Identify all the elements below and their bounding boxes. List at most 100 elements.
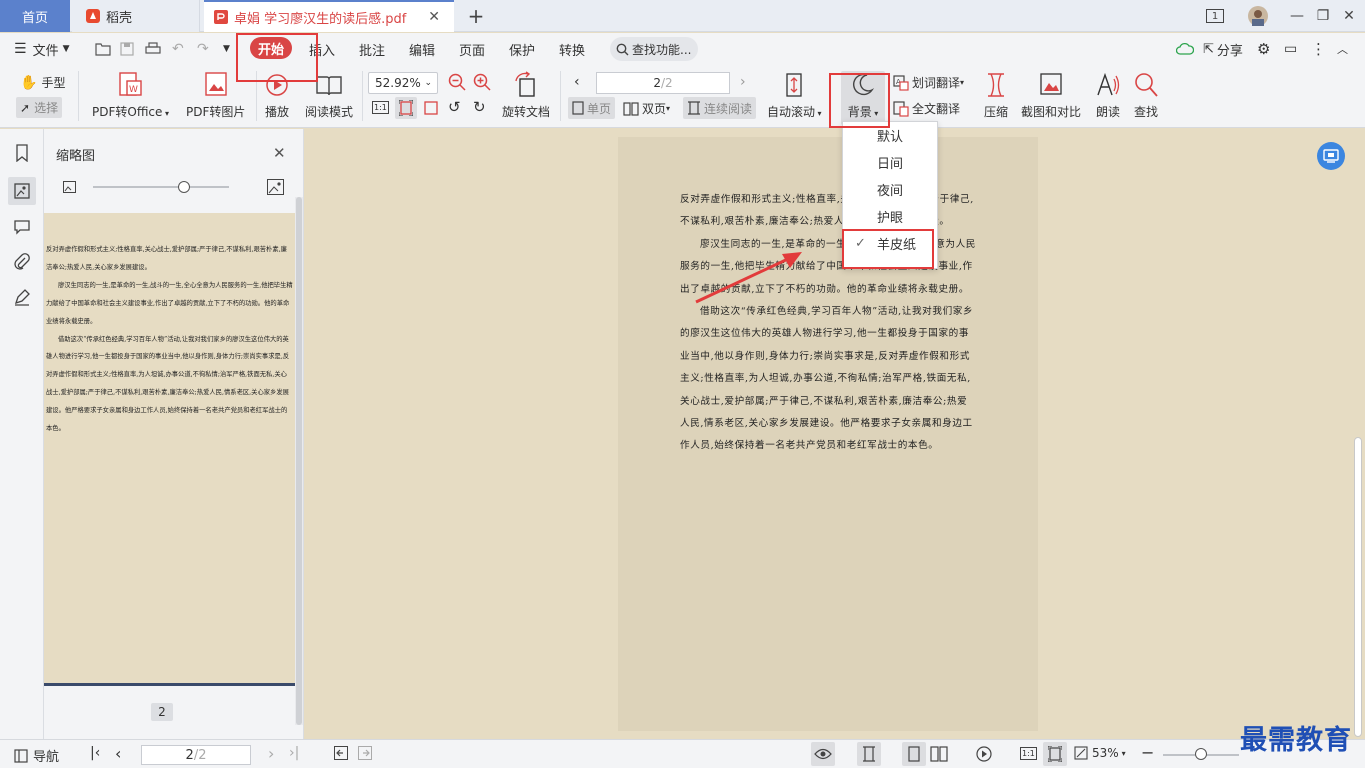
- auto-scroll-button[interactable]: 自动滚动 ▾: [767, 71, 822, 120]
- actual-size-button[interactable]: 1:1: [372, 101, 389, 114]
- more-options-icon[interactable]: ⋮: [1311, 33, 1326, 65]
- undo-icon[interactable]: ↶: [172, 33, 184, 65]
- zoom-select[interactable]: 52.92% ⌄: [368, 72, 438, 94]
- bg-option-eye-care[interactable]: 护眼: [843, 203, 937, 230]
- comment-icon[interactable]: [10, 215, 34, 239]
- chevron-down-icon: ⌄: [424, 78, 432, 88]
- eye-care-mode-icon[interactable]: [811, 742, 835, 766]
- back-view-icon[interactable]: [334, 746, 348, 760]
- read-aloud-button[interactable]: 朗读: [1095, 71, 1121, 120]
- prev-page-icon[interactable]: ‹: [574, 74, 580, 90]
- word-translate-button[interactable]: A 划词翻译 ▾: [893, 74, 964, 91]
- menu-protect[interactable]: 保护: [509, 33, 535, 65]
- menu-page[interactable]: 页面: [459, 33, 485, 65]
- thumbnail-size-slider-handle[interactable]: [178, 181, 190, 193]
- single-page-mode-icon[interactable]: [902, 742, 926, 766]
- find-button[interactable]: 查找: [1133, 71, 1159, 120]
- document-page[interactable]: 反对弄虚作假和形式主义;性格直率,关心战士,爱护部属;严于律己,不谋私利,艰苦朴…: [618, 137, 1038, 731]
- more-chevron-icon[interactable]: ▼: [223, 33, 230, 65]
- double-page-button[interactable]: 双页 ▾: [623, 100, 670, 117]
- zoom-status-select[interactable]: 53% ▾: [1074, 746, 1126, 760]
- select-tool-button[interactable]: ➚ 选择: [16, 97, 63, 118]
- file-menu[interactable]: ☰ 文件 ▼: [14, 33, 70, 65]
- thumbnail-paragraph: 借助这次“传承红色经典,学习百年人物”活动,让我对我们家乡的廖汉生这位伟大的英雄…: [46, 335, 290, 433]
- feature-search[interactable]: 查找功能...: [610, 37, 698, 61]
- restore-button[interactable]: ❐: [1312, 6, 1334, 26]
- small-thumbnail-icon[interactable]: [63, 181, 76, 193]
- thumbnail-size-slider[interactable]: [93, 186, 229, 188]
- last-page-icon[interactable]: ›|: [289, 745, 299, 761]
- hand-tool-button[interactable]: ✋ 手型: [20, 74, 65, 91]
- collapse-ribbon-icon[interactable]: ︿: [1337, 33, 1348, 65]
- rotate-document-button[interactable]: 旋转文档: [502, 71, 550, 120]
- next-page-icon[interactable]: ›: [740, 74, 746, 90]
- signature-icon[interactable]: [10, 285, 34, 309]
- play-status-icon[interactable]: [976, 746, 992, 762]
- file-menu-label: 文件: [32, 43, 59, 59]
- cloud-sync-icon[interactable]: [1176, 33, 1194, 65]
- tab-document[interactable]: 卓娟 学习廖汉生的读后感.pdf ✕: [204, 0, 454, 32]
- page-number-input[interactable]: 2/2: [596, 72, 730, 94]
- page-count-badge[interactable]: 1: [1206, 9, 1224, 23]
- feature-search-label: 查找功能...: [632, 42, 692, 57]
- forward-view-icon[interactable]: [358, 746, 372, 760]
- fit-page-status-icon[interactable]: [1043, 742, 1067, 766]
- document-scrollbar-thumb[interactable]: [1354, 437, 1362, 737]
- redo-icon[interactable]: ↷: [197, 33, 209, 65]
- tab-home[interactable]: 首页: [0, 0, 70, 32]
- full-translate-icon: [893, 100, 909, 117]
- thumbnail-page[interactable]: 反对弄虚作假和形式主义;性格直率,关心战士,爱护部属;严于律己,不谋私利,艰苦朴…: [44, 213, 295, 685]
- thumbnail-scrollbar-thumb[interactable]: [296, 197, 302, 725]
- pdf-to-office-button[interactable]: W PDF转Office ▾: [92, 71, 169, 120]
- attachment-icon[interactable]: [10, 250, 34, 274]
- bookmark-icon[interactable]: [10, 141, 34, 165]
- menu-comment[interactable]: 批注: [359, 33, 385, 65]
- zoom-out-status-icon[interactable]: −: [1141, 743, 1154, 762]
- menu-convert[interactable]: 转换: [559, 33, 585, 65]
- bg-option-night[interactable]: 夜间: [843, 176, 937, 203]
- thumbnail-scrollbar[interactable]: [295, 197, 303, 725]
- close-window-button[interactable]: ✕: [1338, 6, 1360, 26]
- fit-page-icon[interactable]: [395, 97, 417, 119]
- save-icon[interactable]: [120, 33, 134, 65]
- new-tab-button[interactable]: +: [462, 0, 490, 32]
- settings-gear-icon[interactable]: ⚙: [1257, 33, 1270, 65]
- close-tab-icon[interactable]: ✕: [428, 9, 440, 25]
- print-icon[interactable]: [145, 33, 161, 65]
- close-panel-icon[interactable]: ✕: [273, 144, 286, 162]
- minimize-button[interactable]: —: [1286, 6, 1308, 26]
- tab-daoke[interactable]: 稻壳: [72, 0, 200, 32]
- avatar[interactable]: [1247, 6, 1269, 26]
- large-thumbnail-icon[interactable]: [267, 179, 284, 195]
- actual-size-status-button[interactable]: 1:1: [1020, 747, 1037, 760]
- first-page-icon[interactable]: |‹: [90, 745, 100, 761]
- continuous-mode-icon[interactable]: [857, 742, 881, 766]
- double-page-mode-icon[interactable]: [930, 746, 948, 762]
- zoom-out-icon[interactable]: [448, 73, 466, 91]
- feedback-icon[interactable]: ▭: [1284, 33, 1297, 65]
- document-scrollbar[interactable]: [1351, 129, 1365, 739]
- actual-size-label: 1:1: [374, 103, 387, 112]
- zoom-in-icon[interactable]: [473, 73, 491, 91]
- continuous-reading-button[interactable]: 连续阅读: [683, 97, 757, 119]
- rotate-left-icon[interactable]: ↺: [448, 98, 461, 116]
- floating-tool-button[interactable]: [1317, 142, 1345, 170]
- highlight-box-background: [829, 73, 890, 128]
- bg-option-day[interactable]: 日间: [843, 149, 937, 176]
- single-page-button[interactable]: 单页: [568, 97, 616, 119]
- status-page-input[interactable]: 2/2: [141, 745, 251, 765]
- zoom-status-value: 53%: [1092, 746, 1119, 760]
- fit-width-icon[interactable]: [423, 100, 439, 116]
- thumbnail-icon[interactable]: [8, 177, 36, 205]
- full-translate-button[interactable]: 全文翻译: [893, 100, 960, 117]
- menu-edit[interactable]: 编辑: [409, 33, 435, 65]
- screenshot-compare-button[interactable]: 截图和对比: [1021, 71, 1081, 120]
- next-page-status-icon[interactable]: ›: [268, 744, 274, 763]
- share-button[interactable]: ⇱ 分享: [1203, 33, 1243, 65]
- zoom-slider-handle[interactable]: [1195, 748, 1207, 760]
- navigation-button[interactable]: 导航: [14, 746, 59, 765]
- prev-page-status-icon[interactable]: ‹: [115, 744, 121, 763]
- rotate-right-icon[interactable]: ↻: [473, 98, 486, 116]
- open-icon[interactable]: [95, 33, 111, 65]
- compress-button[interactable]: 压缩: [983, 71, 1009, 120]
